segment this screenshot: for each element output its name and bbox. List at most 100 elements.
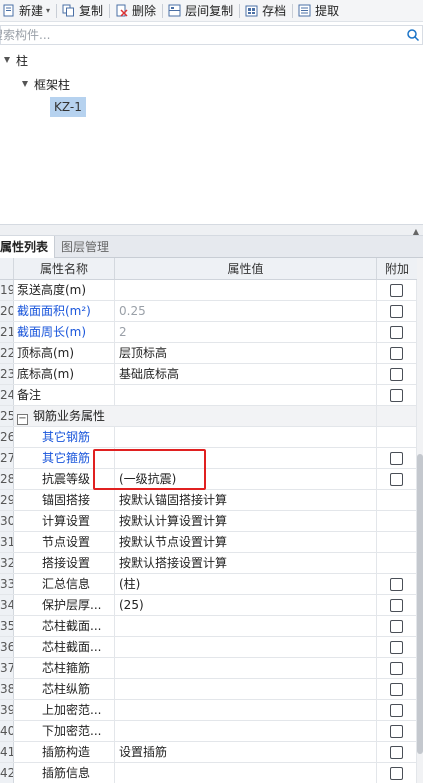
search-input[interactable] [0,26,406,44]
table-row[interactable]: 38 芯柱纵筋 [0,679,417,700]
property-value[interactable]: 0.25 [115,301,377,321]
table-row[interactable]: 20 截面面积(m²) 0.25 [0,301,417,322]
property-value[interactable] [115,721,377,741]
table-row[interactable]: 42 插筋信息 [0,763,417,783]
extra-checkbox[interactable] [390,661,403,675]
extra-checkbox[interactable] [390,283,403,297]
extra-checkbox[interactable] [390,703,403,717]
table-row[interactable]: 33 汇总信息 (柱) [0,574,417,595]
property-value[interactable] [115,658,377,678]
table-row[interactable]: 40 下加密范... [0,721,417,742]
table-row[interactable]: 19 泵送高度(m) [0,280,417,301]
table-row[interactable]: 28 抗震等级 (一级抗震) [0,469,417,490]
property-value[interactable]: 按默认锚固搭接计算 [115,490,377,510]
extra-checkbox[interactable] [390,682,403,696]
table-row[interactable]: 32 搭接设置 按默认搭接设置计算 [0,553,417,574]
archive-button[interactable]: 存档 [243,0,289,22]
extract-icon [298,4,311,17]
row-number: 19 [0,280,14,300]
property-value[interactable] [115,637,377,657]
property-value[interactable]: 按默认节点设置计算 [115,532,377,552]
extra-checkbox[interactable] [390,745,403,759]
expand-icon[interactable] [4,57,10,63]
search-icon[interactable] [406,28,420,42]
table-row[interactable]: 24 备注 [0,385,417,406]
extra-checkbox[interactable] [390,325,403,339]
tab-attribute-list[interactable]: 属性列表 [0,236,56,258]
extra-checkbox[interactable] [390,619,403,633]
table-row[interactable]: 31 节点设置 按默认节点设置计算 [0,532,417,553]
table-row[interactable]: 39 上加密范... [0,700,417,721]
table-row-group[interactable]: 25 − 钢筋业务属性 [0,406,417,427]
table-row[interactable]: 29 锚固搭接 按默认锚固搭接计算 [0,490,417,511]
extra-checkbox[interactable] [390,304,403,318]
property-value[interactable] [115,385,377,405]
table-row[interactable]: 41 插筋构造 设置插筋 [0,742,417,763]
table-row[interactable]: 27 其它箍筋 [0,448,417,469]
property-value[interactable] [115,427,377,447]
property-value[interactable] [115,763,377,783]
table-row[interactable]: 35 芯柱截面... [0,616,417,637]
property-value[interactable]: 2 [115,322,377,342]
property-value[interactable] [115,616,377,636]
property-value[interactable]: (25) [115,595,377,615]
extra-checkbox[interactable] [390,577,403,591]
table-row[interactable]: 26 其它钢筋 [0,427,417,448]
property-table: 属性名称 属性值 附加 19 泵送高度(m) 20 截面面积(m²) 0.25 … [0,258,417,783]
tree-node-kz1[interactable]: KZ-1 [50,97,86,117]
property-value[interactable] [115,280,377,300]
scrollbar-thumb[interactable] [417,454,423,754]
tree-node-column[interactable]: 柱 [4,50,28,70]
extra-checkbox[interactable] [390,346,403,360]
property-value[interactable]: 按默认计算设置计算 [115,511,377,531]
extra-checkbox[interactable] [390,766,403,780]
collapse-icon[interactable]: − [17,414,28,425]
property-name: 保护层厚... [14,595,115,615]
floor-copy-button[interactable]: 层间复制 [166,0,236,22]
table-row[interactable]: 37 芯柱箍筋 [0,658,417,679]
property-value[interactable]: 按默认搭接设置计算 [115,553,377,573]
vertical-scrollbar[interactable] [417,258,423,783]
chevron-down-icon[interactable]: ▾ [46,6,50,15]
table-row[interactable]: 21 截面周长(m) 2 [0,322,417,343]
row-number: 38 [0,679,14,699]
property-value[interactable]: (一级抗震) [115,469,377,489]
extra-checkbox[interactable] [390,724,403,738]
property-name: 截面周长(m) [14,322,115,342]
extra-checkbox[interactable] [390,388,403,402]
property-value[interactable] [115,700,377,720]
extra-checkbox[interactable] [390,367,403,381]
extra-checkbox[interactable] [390,640,403,654]
toolbar-divider [56,3,58,18]
extract-button[interactable]: 提取 [296,0,342,22]
tab-layer-management[interactable]: 图层管理 [55,236,115,258]
extra-cell [377,427,417,447]
property-value[interactable]: 设置插筋 [115,742,377,762]
property-value[interactable] [115,448,377,468]
table-row[interactable]: 36 芯柱截面... [0,637,417,658]
property-value[interactable] [115,679,377,699]
tree-node-label: KZ-1 [50,97,86,117]
panel-splitter[interactable]: ▲ [0,224,423,236]
table-row[interactable]: 23 底标高(m) 基础底标高 [0,364,417,385]
table-row[interactable]: 34 保护层厚... (25) [0,595,417,616]
extra-checkbox[interactable] [390,472,403,486]
tree-node-frame-column[interactable]: 框架柱 [22,74,70,94]
new-button[interactable]: 新建 ▾ [0,0,53,22]
delete-button[interactable]: 删除 [113,0,159,22]
copy-button[interactable]: 复制 [60,0,106,22]
extra-cell [377,469,417,489]
property-value[interactable]: 层顶标高 [115,343,377,363]
extra-cell [377,280,417,300]
tree-node-label: 框架柱 [34,77,71,92]
property-value[interactable]: 基础底标高 [115,364,377,384]
extra-checkbox[interactable] [390,451,403,465]
row-number: 40 [0,721,14,741]
property-value[interactable]: (柱) [115,574,377,594]
table-row[interactable]: 30 计算设置 按默认计算设置计算 [0,511,417,532]
collapse-up-icon[interactable]: ▲ [413,227,419,236]
group-header[interactable]: − 钢筋业务属性 [14,406,377,426]
extra-checkbox[interactable] [390,598,403,612]
expand-icon[interactable] [22,81,28,87]
table-row[interactable]: 22 顶标高(m) 层顶标高 [0,343,417,364]
